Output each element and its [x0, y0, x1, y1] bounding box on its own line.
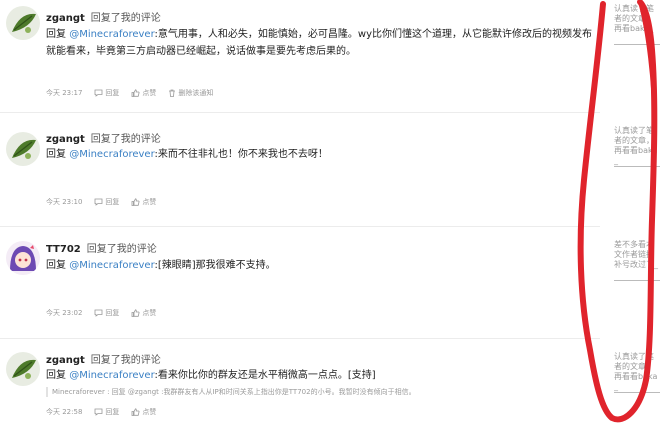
source-comment-snippet[interactable]: 差不多看本文作者链接补号改过了_	[614, 240, 660, 281]
like-button-label: 点赞	[142, 198, 157, 206]
delete-notification-button[interactable]: 删除该通知	[168, 88, 213, 98]
notification-meta: 今天 23:17 回复 点赞 删除该通知	[46, 88, 225, 98]
username-link[interactable]: TT702	[46, 244, 81, 255]
notification-header: TT702 回复了我的评论	[46, 240, 157, 255]
avatar[interactable]	[6, 6, 40, 40]
comment-icon	[95, 89, 103, 97]
username-link[interactable]: zgangt	[46, 355, 85, 366]
like-button[interactable]: 点赞	[131, 407, 156, 417]
reply-button[interactable]: 回复	[94, 308, 119, 318]
like-button[interactable]: 点赞	[131, 308, 156, 318]
source-comment-snippet[interactable]: 认真读了笔者的文章，再看看baka_	[614, 352, 660, 393]
leaf-avatar-icon	[6, 6, 40, 40]
reply-button[interactable]: 回复	[94, 197, 119, 207]
reply-button[interactable]: 回复	[94, 88, 119, 98]
avatar[interactable]	[6, 352, 40, 386]
mention-link[interactable]: @Minecraforever	[69, 370, 154, 381]
notification-header: zgangt 回复了我的评论	[46, 351, 161, 366]
notification-meta: 今天 23:10 回复 点赞	[46, 197, 168, 207]
reply-body: 回复 @Minecraforever:看来你比你的群友还是水平稍微高一点点。[支…	[46, 367, 596, 384]
notification-item: zgangt 回复了我的评论 回复 @Minecraforever:来而不往非礼也…	[0, 113, 600, 225]
leaf-avatar-icon	[6, 352, 40, 386]
notification-action: 回复了我的评论	[90, 355, 161, 366]
notification-item: zgangt 回复了我的评论 回复 @Minecraforever:意气用事，人和…	[0, 0, 600, 112]
comment-icon	[95, 198, 103, 206]
reply-prefix: 回复	[46, 370, 66, 381]
notification-action: 回复了我的评论	[90, 13, 161, 24]
thumbs-up-icon	[132, 198, 140, 206]
thumbs-up-icon	[132, 408, 140, 416]
like-button[interactable]: 点赞	[131, 197, 156, 207]
timestamp: 今天 23:17	[46, 89, 83, 97]
timestamp: 今天 23:02	[46, 309, 83, 317]
notification-header: zgangt 回复了我的评论	[46, 9, 161, 24]
quoted-original-comment: Minecraforever : 回复 @zgangt :我群群友有人从IP和时…	[46, 387, 416, 397]
reply-prefix: 回复	[46, 149, 66, 160]
reply-text: :看来你比你的群友还是水平稍微高一点点。[支持]	[154, 370, 376, 381]
anime-avatar-icon	[6, 241, 40, 275]
trash-icon	[169, 89, 176, 97]
timestamp: 今天 23:10	[46, 198, 83, 206]
mention-link[interactable]: @Minecraforever	[69, 260, 154, 271]
notification-item: zgangt 回复了我的评论 回复 @Minecraforever:看来你比你的群…	[0, 339, 600, 427]
reply-button-label: 回复	[105, 309, 120, 317]
mention-link[interactable]: @Minecraforever	[69, 29, 154, 40]
avatar[interactable]	[6, 132, 40, 166]
reply-body: 回复 @Minecraforever:[辣眼睛]那我很难不支持。	[46, 257, 596, 274]
source-comment-snippet[interactable]: 认真读了笔者的文章，再看baka_	[614, 4, 660, 45]
like-button-label: 点赞	[142, 309, 157, 317]
reply-button-label: 回复	[105, 89, 120, 97]
notification-action: 回复了我的评论	[86, 244, 157, 255]
like-button-label: 点赞	[142, 408, 157, 416]
reply-text: :[辣眼睛]那我很难不支持。	[154, 260, 276, 271]
avatar[interactable]	[6, 241, 40, 275]
comment-icon	[95, 309, 103, 317]
reply-button-label: 回复	[105, 198, 120, 206]
username-link[interactable]: zgangt	[46, 13, 85, 24]
reply-prefix: 回复	[46, 260, 66, 271]
notification-meta: 今天 22:58 回复 点赞	[46, 407, 168, 417]
like-button-label: 点赞	[142, 89, 157, 97]
comment-icon	[95, 408, 103, 416]
reply-button-label: 回复	[105, 408, 120, 416]
reply-button[interactable]: 回复	[94, 407, 119, 417]
notification-header: zgangt 回复了我的评论	[46, 130, 161, 145]
notification-feed: zgangt 回复了我的评论 回复 @Minecraforever:意气用事，人和…	[0, 0, 600, 427]
reply-body: 回复 @Minecraforever:来而不往非礼也！你不来我也不去呀！	[46, 146, 596, 163]
notification-meta: 今天 23:02 回复 点赞	[46, 308, 168, 318]
reply-body: 回复 @Minecraforever:意气用事，人和必失，如能慎始，必可昌隆。w…	[46, 26, 596, 60]
thumbs-up-icon	[132, 89, 140, 97]
delete-button-label: 删除该通知	[178, 89, 214, 97]
leaf-avatar-icon	[6, 132, 40, 166]
like-button[interactable]: 点赞	[131, 88, 156, 98]
reply-text: :来而不往非礼也！你不来我也不去呀！	[154, 149, 328, 160]
source-comment-snippet[interactable]: 认真读了笔者的文章，再看看baka_	[614, 126, 660, 167]
username-link[interactable]: zgangt	[46, 134, 85, 145]
thumbs-up-icon	[132, 309, 140, 317]
notification-item: TT702 回复了我的评论 回复 @Minecraforever:[辣眼睛]那我很…	[0, 227, 600, 339]
timestamp: 今天 22:58	[46, 408, 83, 416]
reply-prefix: 回复	[46, 29, 66, 40]
mention-link[interactable]: @Minecraforever	[69, 149, 154, 160]
notification-action: 回复了我的评论	[90, 134, 161, 145]
